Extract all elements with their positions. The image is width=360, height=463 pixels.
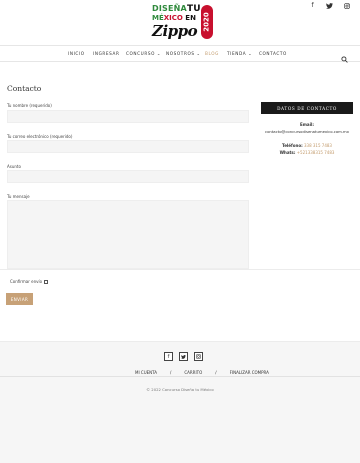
name-field-label: Tu nombre (requerido)	[7, 103, 52, 108]
message-field-label: Tu mensaje	[7, 194, 30, 199]
nav-item-contacto[interactable]: CONTACTO	[259, 51, 287, 56]
logo-year-badge: 2020	[201, 5, 213, 39]
copyright-text: © 2022 Concurso Diseña tu México	[146, 387, 214, 392]
nav-item-concurso[interactable]: CONCURSO ⌄	[126, 51, 161, 56]
facebook-icon[interactable]: f	[309, 2, 316, 9]
form-divider	[0, 269, 360, 270]
site-logo[interactable]: DISEÑATU MÉXICO EN Zippo 2020	[150, 3, 214, 40]
logo-text-tu: TU	[186, 4, 201, 14]
nav-item-tienda[interactable]: TIENDA ⌄	[227, 51, 252, 56]
confirm-send-label: Confirmar envío	[10, 279, 43, 284]
subject-field[interactable]	[7, 170, 249, 183]
twitter-icon[interactable]	[179, 352, 188, 361]
sidebar-phone-link[interactable]: 338 315 7483	[304, 143, 332, 148]
page-title: Contacto	[7, 84, 42, 93]
footer-separator: /	[170, 370, 172, 375]
site-header: DISEÑATU MÉXICO EN Zippo 2020 f	[0, 0, 360, 44]
instagram-icon[interactable]	[343, 2, 350, 9]
nav-item-nosotros[interactable]: NOSOTROS ⌄	[166, 51, 201, 56]
send-button[interactable]: ENVIAR	[6, 293, 33, 305]
name-field[interactable]	[7, 110, 249, 123]
logo-text-en: EN	[185, 14, 196, 22]
search-icon[interactable]	[341, 50, 348, 63]
message-field[interactable]	[7, 200, 249, 269]
logo-text-zippo: Zippo	[152, 22, 198, 40]
footer-divider	[0, 376, 360, 377]
sidebar-email-link[interactable]: contacto@concursodisenatumexico.com.mx	[261, 129, 353, 134]
logo-text-xico: XICO	[163, 14, 183, 22]
footer-link-carrito[interactable]: CARRITO	[184, 370, 202, 375]
footer-navigation: MI CUENTA / CARRITO / FINALIZAR COMPRA	[135, 370, 269, 375]
nav-item-ingresar[interactable]: INGRESAR	[93, 51, 119, 56]
nav-item-inicio[interactable]: INICIO	[68, 51, 85, 56]
footer-link-mi-cuenta[interactable]: MI CUENTA	[135, 370, 157, 375]
footer-social-links: f	[164, 352, 203, 361]
subject-field-label: Asunto	[7, 164, 21, 169]
confirm-send-checkbox[interactable]	[44, 279, 49, 284]
sidebar-whats-link[interactable]: +521338315 7483	[297, 150, 335, 155]
site-footer: f MI CUENTA / CARRITO / FINALIZAR COMPRA…	[0, 341, 360, 463]
twitter-icon[interactable]	[326, 2, 333, 9]
instagram-icon[interactable]	[194, 352, 203, 361]
sidebar-email-label: Email:	[300, 122, 314, 127]
footer-link-finalizar-compra[interactable]: FINALIZAR COMPRA	[230, 370, 269, 375]
nav-item-blog[interactable]: BLOG	[205, 51, 219, 56]
header-social-links: f	[309, 2, 350, 9]
logo-text-me: MÉ	[152, 14, 164, 22]
main-navigation: INICIO INGRESAR CONCURSO ⌄ NOSOTROS ⌄ BL…	[0, 45, 360, 63]
confirm-send-row: Confirmar envío	[10, 279, 49, 284]
sidebar-whats: Whats: +521338315 7483	[279, 150, 335, 155]
sidebar-heading: DATOS DE CONTACTO	[261, 102, 353, 114]
email-field[interactable]	[7, 140, 249, 153]
email-field-label: Tu correo electrónico (requerido)	[7, 134, 73, 139]
sidebar-phone: Teléfono: 338 315 7483	[282, 143, 332, 148]
logo-text-disena: DISEÑA	[152, 4, 187, 13]
footer-separator: /	[215, 370, 217, 375]
facebook-icon[interactable]: f	[164, 352, 173, 361]
